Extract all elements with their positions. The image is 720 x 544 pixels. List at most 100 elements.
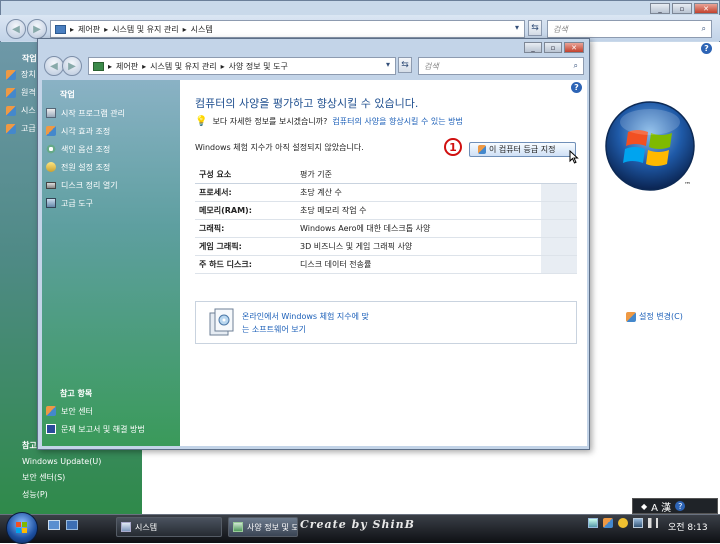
tip-line: 💡 보다 자세한 정보를 보시겠습니까? 컴퓨터의 사양을 향상시킬 수 있는 … [195,116,463,127]
start-button[interactable] [6,512,38,544]
back-button[interactable]: ◀ [44,56,64,76]
task-visual-effects[interactable]: 시각 효과 조정 [46,122,125,140]
taskbar-button-system[interactable]: 시스템 [116,517,222,537]
forward-button[interactable]: ▶ [62,56,82,76]
software-box-icon [206,307,236,339]
maximize-button[interactable]: ▫ [544,42,562,53]
power-settings-icon [46,162,56,172]
back-sidebar-tasks: 작업 장치 원격 시스 고급 [6,53,37,136]
step-marker: 1 [444,138,462,156]
minimize-button[interactable]: _ [524,42,542,53]
windows-logo [604,100,696,192]
search-icon[interactable]: ⌕ [574,61,578,71]
show-desktop-icon[interactable] [48,520,60,530]
network-icon[interactable] [588,518,598,528]
task-disk-cleanup[interactable]: 디스크 정리 열기 [46,176,125,194]
security-alert-icon[interactable] [603,518,613,528]
see-also-list: 보안 센터 문제 보고서 및 해결 방법 [46,402,145,438]
breadcrumb-item[interactable]: 제어판 [116,61,138,72]
switch-windows-icon[interactable] [66,520,78,530]
language-bar[interactable]: ◆ A 漢 ? [632,498,718,514]
see-also-problem-reports[interactable]: 문제 보고서 및 해결 방법 [46,420,145,438]
windows-flag-icon [16,522,27,533]
software-panel: 온라인에서 Windows 체험 지수에 맞 는 소프트웨어 보기 [195,301,577,344]
improve-performance-link[interactable]: 컴퓨터의 사양을 향상시킬 수 있는 방법 [332,116,462,127]
chevron-down-icon[interactable]: ▾ [515,23,519,32]
software-link[interactable]: 온라인에서 Windows 체험 지수에 맞 는 소프트웨어 보기 [242,311,369,335]
system-icon [121,522,131,532]
sidebar-item[interactable]: 원격 [6,85,37,100]
back-window-controls: _ ▫ ✕ [650,3,718,14]
control-panel-icon [55,24,66,34]
rate-computer-button[interactable]: 이 컴퓨터 등급 지정 [469,142,576,157]
table-header: 구성 요소 평가 기준 [195,166,577,184]
front-window-controls: _ ▫ ✕ [524,42,584,53]
clock[interactable]: 오전 8:13 [668,520,708,533]
sidebar-item[interactable]: 시스 [6,103,37,118]
shield-icon [478,145,486,154]
shield-icon [46,126,56,136]
updates-icon[interactable] [618,518,628,528]
display-icon[interactable] [633,518,643,528]
see-also-security-center[interactable]: 보안 센터 [46,402,145,420]
chevron-down-icon[interactable]: ▾ [386,60,390,69]
help-icon[interactable]: ? [701,43,712,54]
index-options-icon [46,144,56,154]
breadcrumb-item[interactable]: 시스템 [191,24,213,35]
front-breadcrumb[interactable]: ▸ 제어판 ▸ 시스템 및 유지 관리 ▸ 사양 정보 및 도구 [88,57,396,75]
breadcrumb-item[interactable]: 제어판 [78,24,100,35]
table-row: 그래픽: Windows Aero에 대한 데스크톱 사양 [195,220,577,238]
search-placeholder: 검색 [553,24,568,34]
back-breadcrumb[interactable]: ▸ 제어판 ▸ 시스템 및 유지 관리 ▸ 시스템 [50,20,525,38]
breadcrumb-separator: ▸ [220,61,225,71]
volume-icon[interactable] [648,518,658,528]
breadcrumb-item[interactable]: 사양 정보 및 도구 [229,61,288,72]
sidebar-item[interactable]: 고급 [6,121,37,136]
status-text: Windows 체험 지수가 아직 설정되지 않았습니다. [195,143,364,152]
shield-icon [626,311,636,322]
windows-update-link[interactable]: Windows Update(U) [22,457,101,466]
refresh-button[interactable]: ⇆ [528,20,542,36]
breadcrumb-separator: ▸ [104,24,109,34]
breadcrumb-separator: ▸ [142,61,147,71]
score-cell [541,184,577,201]
breadcrumb-separator: ▸ [70,24,75,34]
task-power-settings[interactable]: 전원 설정 조정 [46,158,125,176]
shield-icon [6,69,16,80]
tasks-heading: 작업 [60,90,75,99]
minimize-button[interactable]: _ [650,3,670,14]
search-placeholder: 검색 [424,61,439,71]
system-tray [588,518,658,528]
security-center-link[interactable]: 보안 센터(S) [22,472,101,483]
change-settings-link[interactable]: 설정 변경(C) [626,311,683,322]
performance-table: 구성 요소 평가 기준 프로세서: 초당 계산 수 메모리(RAM): 초당 메… [195,166,577,274]
table-row: 메모리(RAM): 초당 메모리 작업 수 [195,202,577,220]
sidebar-item[interactable]: 장치 [6,67,37,82]
help-icon[interactable]: ? [675,501,686,511]
back-button[interactable]: ◀ [6,19,26,39]
search-icon[interactable]: ⌕ [702,24,706,34]
rate-computer-label: 이 컴퓨터 등급 지정 [489,145,556,154]
table-row: 주 하드 디스크: 디스크 데이터 전송률 [195,256,577,274]
front-search-input[interactable]: 검색 ⌕ [418,57,584,75]
maximize-button[interactable]: ▫ [672,3,692,14]
score-cell [541,238,577,255]
forward-button[interactable]: ▶ [27,19,47,39]
tasks-list: 시작 프로그램 관리 시각 효과 조정 색인 옵션 조정 전원 설정 조정 디스… [46,104,125,212]
taskbar-button-performance[interactable]: 사양 정보 및 도구 [228,517,298,537]
refresh-button[interactable]: ⇆ [398,57,412,73]
help-icon[interactable]: ? [571,82,582,93]
breadcrumb-item[interactable]: 시스템 및 유지 관리 [150,61,217,72]
breadcrumb-item[interactable]: 시스템 및 유지 관리 [112,24,179,35]
task-advanced-tools[interactable]: 고급 도구 [46,194,125,212]
language-label: A 漢 [651,502,672,514]
task-index-options[interactable]: 색인 옵션 조정 [46,140,125,158]
back-search-input[interactable]: 검색 ⌕ [547,20,712,38]
trademark-mark: ™ [684,181,691,189]
shield-icon [6,105,16,116]
task-startup-programs[interactable]: 시작 프로그램 관리 [46,104,125,122]
close-button[interactable]: ✕ [564,42,584,53]
performance-link[interactable]: 성능(P) [22,489,101,500]
close-button[interactable]: ✕ [694,3,718,14]
page-title: 컴퓨터의 사양을 평가하고 향상시킬 수 있습니다. [195,97,419,110]
